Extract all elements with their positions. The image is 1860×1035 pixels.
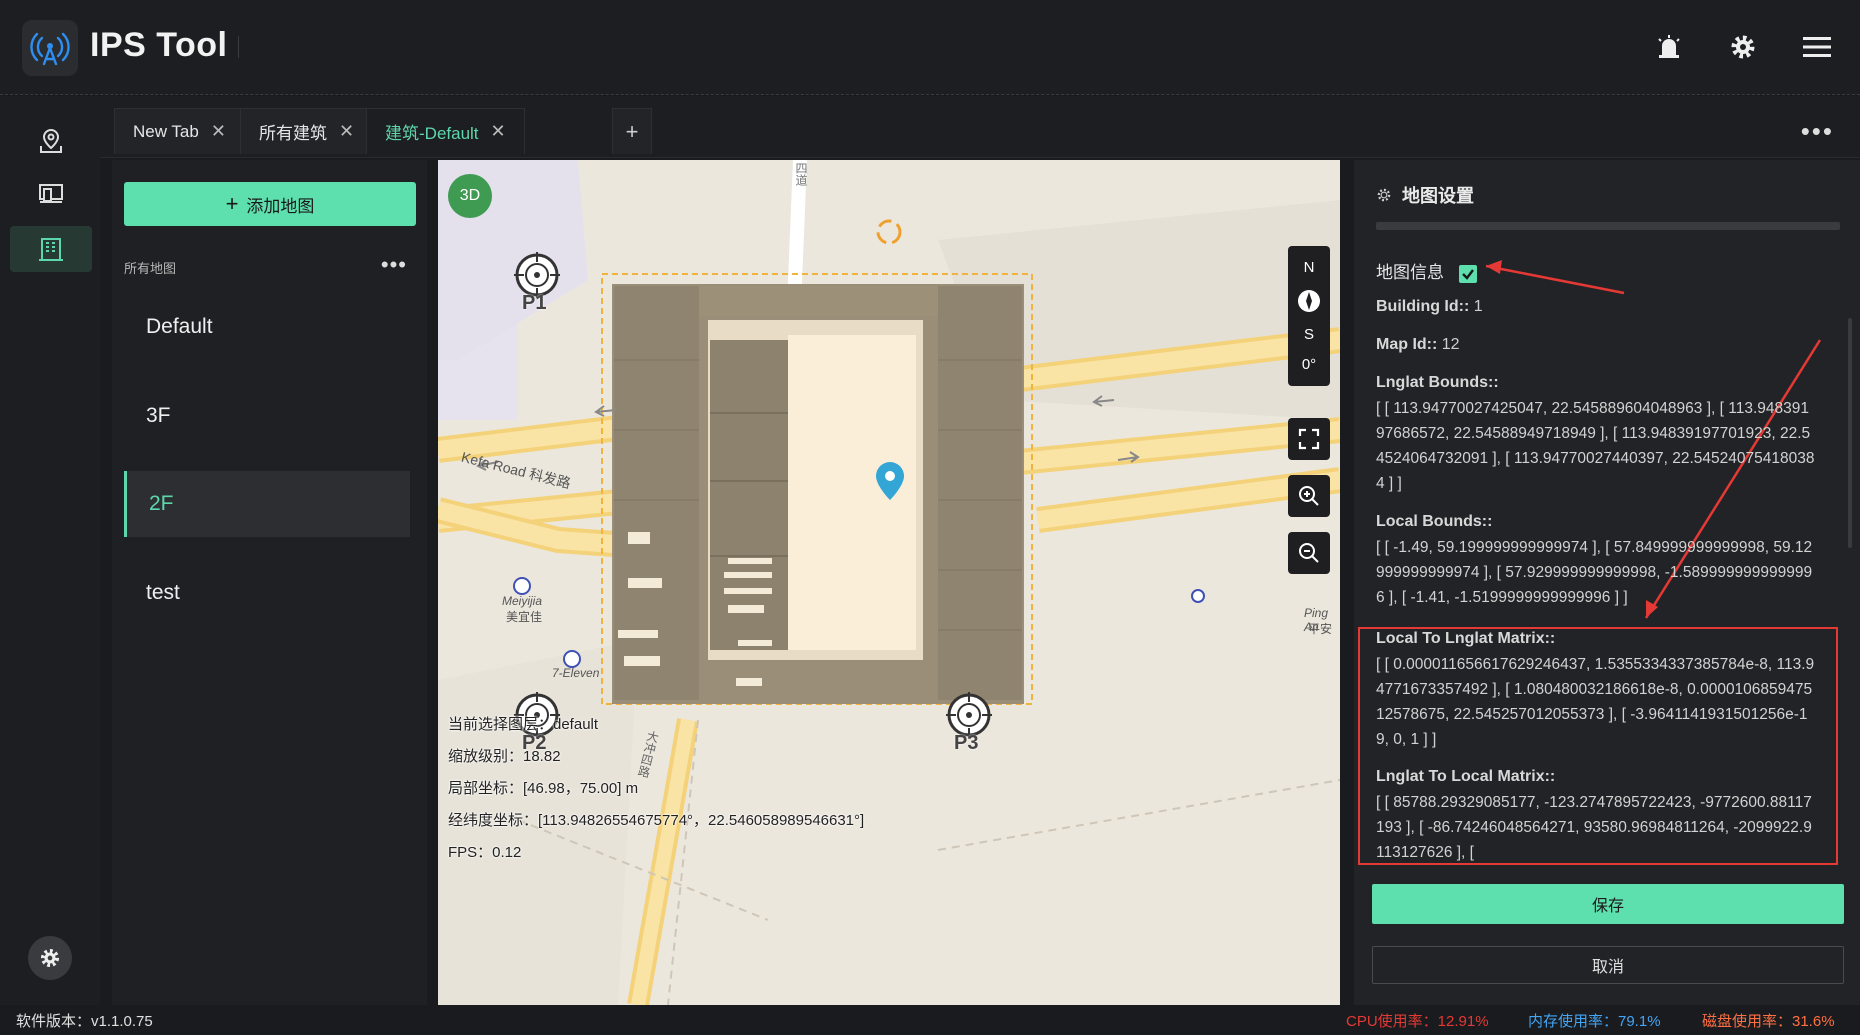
compass-north: N (1303, 258, 1315, 276)
local-bounds-label: Local Bounds:: (1376, 513, 1493, 530)
antenna-icon (30, 32, 70, 66)
settings-progress-bar (1376, 222, 1840, 230)
lnglat-bounds-value: [ [ 113.94770027425047, 22.5458896040489… (1376, 400, 1815, 492)
map-list-panel: + 添加地图 所有地图 ••• Default 3F 2F test (112, 160, 427, 1005)
map-info-toggle-row: 地图信息 (1376, 258, 1477, 283)
map-info-local-coord: 局部坐标：[46.98，75.00] m (448, 780, 639, 797)
zoom-in-icon (1299, 486, 1319, 506)
building-icon (39, 238, 63, 261)
control-point-p3-label: P3 (954, 732, 979, 754)
map-info-label: 地图信息 (1376, 263, 1444, 282)
map-list-header: 所有地图 (124, 261, 177, 276)
poi-label-pingan-cn: 平安 (1308, 622, 1333, 636)
local-to-lnglat-label: Local To Lnglat Matrix:: (1376, 630, 1556, 647)
zoom-out-icon (1299, 543, 1319, 563)
close-icon[interactable]: ✕ (491, 121, 506, 142)
map-info-checkbox[interactable] (1458, 264, 1477, 283)
poi-label-meiyijia: Meiyijia (502, 594, 543, 608)
left-nav-rail (0, 96, 100, 1005)
gear-icon (40, 948, 60, 968)
map-item-test[interactable]: test (124, 560, 410, 626)
settings-title-text: 地图设置 (1402, 186, 1474, 206)
map-canvas[interactable]: Kefa Road 科发路 Meiyijia 美宜佳 7-Eleven Ping… (438, 160, 1340, 1005)
fullscreen-icon (1298, 428, 1320, 450)
tab-building-default[interactable]: 建筑-Default ✕ (366, 108, 525, 154)
zoom-in-button[interactable] (1288, 475, 1330, 517)
poi-label-meiyijia-cn: 美宜佳 (506, 610, 543, 624)
plus-icon: + (225, 191, 239, 216)
map-settings-panel: 地图设置 地图信息 Building Id:: 1 Map Id:: 12 Ln… (1354, 160, 1860, 1005)
cpu-usage: CPU使用率：12.91% (1346, 1012, 1489, 1030)
compass-icon (1298, 289, 1320, 312)
compass-control[interactable]: N S 0° (1288, 246, 1330, 386)
compass-south: S (1303, 326, 1314, 344)
save-button[interactable]: 保存 (1372, 884, 1844, 924)
nav-buildings[interactable] (10, 226, 92, 272)
nav-devices[interactable] (10, 170, 92, 216)
lnglat-to-local-label: Lnglat To Local Matrix:: (1376, 768, 1556, 785)
building-id-label: Building Id:: (1376, 298, 1470, 315)
map-info-layer: 当前选择图层：default (448, 716, 599, 733)
app-title: IPS Tool (90, 26, 228, 64)
compass-angle: 0° (1301, 356, 1317, 374)
devices-icon (39, 184, 63, 203)
building-id-row: Building Id:: 1 (1376, 298, 1483, 316)
map-pin-icon (40, 128, 62, 153)
map-item-3f[interactable]: 3F (124, 383, 410, 449)
building-id-value: 1 (1473, 298, 1483, 315)
local-to-lnglat-value: [ [ 0.000011656617629246437, 1.535533433… (1376, 656, 1815, 748)
app-header: IPS Tool (0, 0, 1860, 95)
lnglat-to-local-value: [ [ 85788.29329085177, -123.274789572242… (1376, 794, 1812, 861)
map-info-fps: FPS：0.12 (448, 844, 522, 861)
map-info-lnglat: 经纬度坐标：[113.94826554675774°，22.5460589895… (448, 812, 865, 829)
tab-all-buildings[interactable]: 所有建筑 ✕ (240, 108, 374, 154)
map-id-value: 12 (1441, 336, 1460, 353)
title-divider (238, 36, 239, 58)
tab-bar: New Tab ✕ 所有建筑 ✕ 建筑-Default ✕ + ••• (100, 96, 1860, 158)
settings-title: 地图设置 (1376, 182, 1474, 208)
local-bounds-value: [ [ -1.49, 59.199999999999974 ], [ 57.84… (1376, 539, 1813, 606)
nav-map-location[interactable] (10, 118, 92, 164)
menu-icon[interactable] (1800, 30, 1834, 64)
close-icon[interactable]: ✕ (339, 121, 354, 142)
zoom-out-button[interactable] (1288, 532, 1330, 574)
settings-gear-icon[interactable] (1726, 30, 1760, 64)
status-bar: 软件版本：v1.1.0.75 CPU使用率：12.91% 内存使用率：79.1%… (0, 1005, 1860, 1035)
tab-label: 所有建筑 (259, 124, 327, 143)
close-icon[interactable]: ✕ (211, 121, 226, 142)
nav-settings-button[interactable] (28, 936, 72, 980)
map-list-more-icon[interactable]: ••• (381, 252, 407, 278)
memory-usage: 内存使用率：79.1% (1528, 1012, 1661, 1030)
add-tab-button[interactable]: + (612, 108, 652, 154)
check-icon (1461, 268, 1474, 280)
toggle-3d-button[interactable]: 3D (448, 174, 492, 218)
tab-new-tab[interactable]: New Tab ✕ (114, 108, 245, 154)
map-id-row: Map Id:: 12 (1376, 336, 1460, 354)
tab-label: 建筑-Default (385, 124, 479, 143)
settings-scrollbar[interactable] (1848, 318, 1852, 548)
map-item-2f[interactable]: 2F (124, 471, 410, 537)
disk-usage: 磁盘使用率：31.6% (1702, 1012, 1835, 1030)
map-background (438, 160, 1340, 1005)
map-info-zoom: 缩放级别：18.82 (448, 748, 561, 765)
fullscreen-button[interactable] (1288, 418, 1330, 460)
road-label-sidao: 四道 (794, 162, 808, 186)
poi-label-7eleven: 7-Eleven (552, 666, 600, 680)
app-logo (22, 20, 78, 76)
lnglat-bounds-label: Lnglat Bounds:: (1376, 374, 1499, 391)
cancel-button[interactable]: 取消 (1372, 946, 1844, 984)
tab-more-icon[interactable]: ••• (1801, 116, 1834, 147)
alarm-icon[interactable] (1652, 30, 1686, 64)
tab-label: New Tab (133, 121, 199, 141)
add-map-button[interactable]: + 添加地图 (124, 182, 416, 226)
control-point-p1-label: P1 (522, 292, 547, 314)
map-item-default[interactable]: Default (124, 294, 410, 360)
software-version: 软件版本：v1.1.0.75 (16, 1012, 153, 1030)
map-id-label: Map Id:: (1376, 336, 1438, 353)
gear-icon (1377, 188, 1391, 202)
add-map-label: 添加地图 (246, 196, 315, 216)
